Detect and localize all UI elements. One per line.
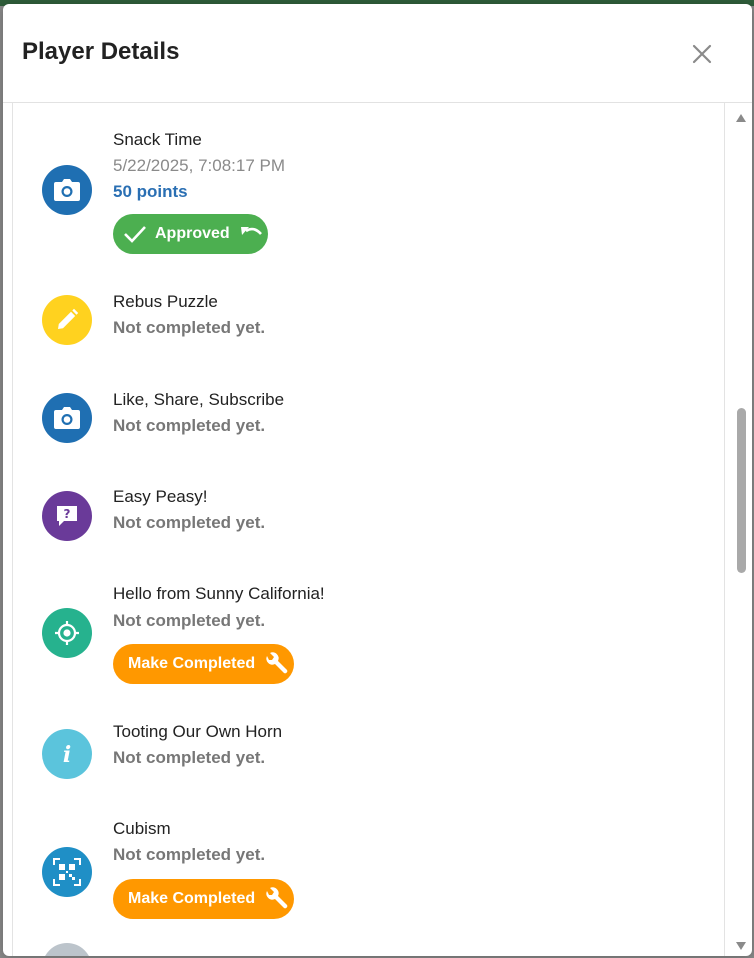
checkmark-icon	[123, 224, 147, 244]
svg-text:i: i	[63, 742, 71, 766]
question-bubble-icon: ?	[42, 491, 92, 541]
info-icon: i	[42, 729, 92, 779]
item-title: Tooting Our Own Horn	[113, 722, 283, 741]
item-title: Cubism	[113, 819, 171, 838]
undo-icon[interactable]	[240, 225, 264, 243]
item-status: Not completed yet.	[113, 845, 266, 864]
pencil-icon	[42, 295, 92, 345]
item-status: Not completed yet.	[113, 416, 266, 435]
player-details-dialog: Player Details Snack Time 5/22/2025, 7:0…	[3, 4, 752, 956]
item-title: Like, Share, Subscribe	[113, 390, 285, 409]
item-title: Easy Peasy!	[113, 487, 208, 506]
close-icon	[692, 44, 712, 64]
scrollbar-thumb[interactable]	[737, 408, 746, 573]
item-status: Not completed yet.	[113, 318, 266, 337]
dialog-body[interactable]: Snack Time 5/22/2025, 7:08:17 PM 50 poin…	[12, 103, 725, 956]
approved-button[interactable]: Approved	[113, 214, 268, 254]
approved-label: Approved	[155, 225, 230, 242]
item-status: Not completed yet.	[113, 611, 266, 630]
item-title: Hello from Sunny California!	[113, 584, 325, 603]
scroll-up-arrow-icon[interactable]	[736, 114, 746, 122]
qr-code-icon	[42, 847, 92, 897]
make-completed-button[interactable]: Make Completed	[113, 644, 294, 684]
svg-text:?: ?	[64, 507, 71, 521]
make-completed-label: Make Completed	[128, 655, 256, 672]
item-title: Rebus Puzzle	[113, 292, 218, 311]
close-button[interactable]	[687, 39, 717, 69]
location-target-icon	[42, 608, 92, 658]
vertical-scrollbar[interactable]	[734, 108, 748, 956]
camera-icon	[42, 393, 92, 443]
scroll-down-arrow-icon[interactable]	[736, 942, 746, 950]
item-status: Not completed yet.	[113, 748, 266, 767]
item-points: 50 points	[113, 182, 188, 201]
item-title: Snack Time	[113, 130, 202, 149]
make-completed-button[interactable]: Make Completed	[113, 879, 294, 919]
item-status: Not completed yet.	[113, 513, 266, 532]
camera-icon	[42, 165, 92, 215]
wrench-icon	[263, 886, 289, 912]
item-timestamp: 5/22/2025, 7:08:17 PM	[113, 156, 286, 175]
dialog-title: Player Details	[22, 38, 180, 65]
wrench-icon	[263, 651, 289, 677]
next-item-icon	[42, 943, 92, 956]
dialog-header: Player Details	[3, 4, 752, 103]
make-completed-label: Make Completed	[128, 890, 256, 907]
